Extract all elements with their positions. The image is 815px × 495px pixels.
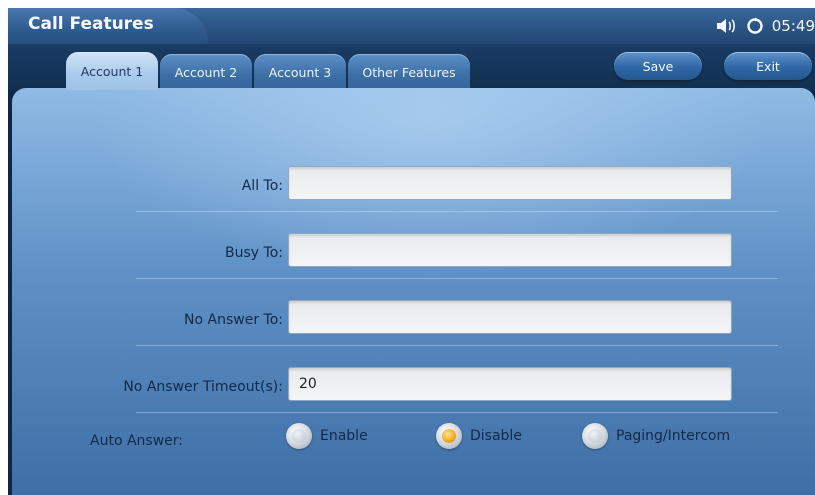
radio-paging-intercom-label: Paging/Intercom <box>616 428 731 444</box>
no-answer-to-field[interactable] <box>288 300 732 334</box>
speaker-icon[interactable] <box>716 17 738 35</box>
busy-to-row: Busy To: <box>12 223 815 289</box>
all-to-label: All To: <box>241 178 283 194</box>
no-answer-timeout-label: No Answer Timeout(s): <box>123 379 283 395</box>
save-button[interactable]: Save <box>614 52 702 80</box>
divider <box>136 345 778 346</box>
radio-disable-knob[interactable] <box>436 423 462 449</box>
tab-other-features[interactable]: Other Features <box>348 54 470 90</box>
divider <box>136 211 778 212</box>
no-answer-to-label: No Answer To: <box>184 312 283 328</box>
all-to-field[interactable] <box>288 166 732 200</box>
radio-disable[interactable]: Disable <box>436 423 522 449</box>
divider <box>136 278 778 279</box>
page-title: Call Features <box>28 14 154 34</box>
all-to-row: All To: <box>12 156 815 222</box>
tab-account-1[interactable]: Account 1 <box>66 52 158 90</box>
radio-paging-intercom-knob[interactable] <box>582 423 608 449</box>
radio-enable[interactable]: Enable <box>286 423 368 449</box>
busy-to-label: Busy To: <box>225 245 283 261</box>
radio-enable-label: Enable <box>320 428 368 444</box>
divider <box>136 412 778 413</box>
no-answer-timeout-field[interactable] <box>288 367 732 401</box>
no-answer-to-row: No Answer To: <box>12 290 815 356</box>
exit-button[interactable]: Exit <box>724 52 812 80</box>
refresh-icon[interactable] <box>746 17 764 35</box>
radio-disable-label: Disable <box>470 428 522 444</box>
tab-strip: Account 1 Account 2 Account 3 Other Feat… <box>8 44 815 90</box>
call-features-screen: Call Features 05:49 Account 1 Account 2 … <box>8 8 815 495</box>
clock: 05:49 <box>771 17 815 35</box>
title-bar: Call Features 05:49 <box>8 8 815 44</box>
tab-account-3[interactable]: Account 3 <box>254 54 346 90</box>
radio-enable-knob[interactable] <box>286 423 312 449</box>
radio-paging-intercom[interactable]: Paging/Intercom <box>582 423 730 449</box>
auto-answer-label: Auto Answer: <box>90 433 183 449</box>
tab-account-2[interactable]: Account 2 <box>160 54 252 90</box>
no-answer-timeout-row: No Answer Timeout(s): <box>12 357 815 423</box>
status-area: 05:49 <box>716 16 815 36</box>
busy-to-field[interactable] <box>288 233 732 267</box>
auto-answer-row: Auto Answer: Enable Disable Paging/Inter… <box>12 423 815 463</box>
settings-panel: All To: Busy To: No Answer To: No Answer… <box>12 88 815 495</box>
title-tab: Call Features <box>8 8 208 44</box>
